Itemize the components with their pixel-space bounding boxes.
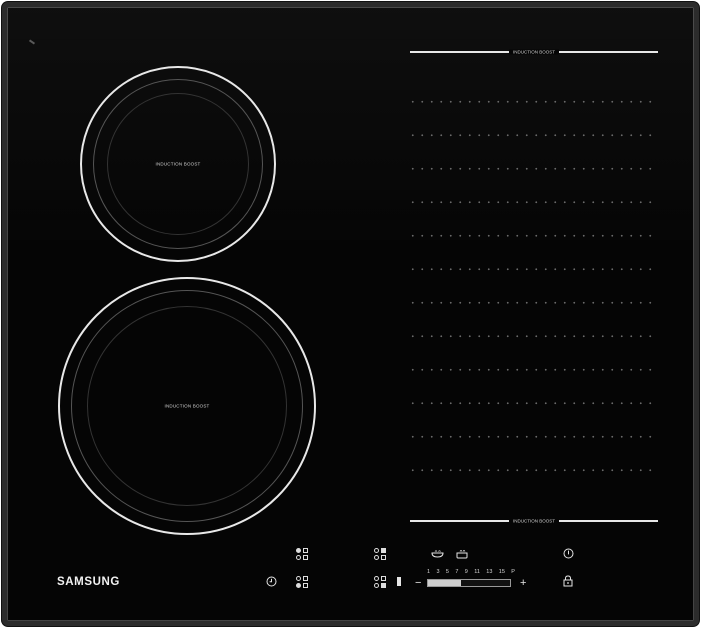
power-slider-fill	[428, 580, 461, 586]
pan-icon[interactable]	[431, 549, 445, 558]
timer-icon[interactable]	[266, 576, 277, 587]
power-scale-9: 9	[464, 569, 468, 575]
minus-button[interactable]: −	[415, 578, 421, 589]
flex-zone-bottom-label: INDUCTION BOOST	[508, 518, 560, 524]
brand-logo: SAMSUNG	[57, 576, 120, 588]
power-scale-1: 1	[427, 569, 431, 575]
zone-select-flex-top-button[interactable]	[374, 548, 386, 560]
zone-select-flex-bottom-button[interactable]	[374, 576, 386, 588]
top-left-zone-label: INDUCTION BOOST	[155, 161, 201, 167]
power-scale-5: 5	[445, 569, 449, 575]
level-indicator	[397, 577, 401, 586]
plus-button[interactable]: +	[520, 578, 526, 589]
pot-icon[interactable]	[455, 549, 469, 559]
power-scale-15: 15	[498, 569, 505, 575]
power-icon[interactable]	[563, 548, 574, 559]
power-scale-7: 7	[455, 569, 459, 575]
lock-icon[interactable]	[563, 575, 573, 587]
power-scale-p: P	[511, 569, 515, 575]
flex-zone-top-label: INDUCTION BOOST	[508, 49, 560, 55]
flex-zone-area[interactable]	[408, 83, 654, 491]
power-scale-11: 11	[474, 569, 480, 575]
bottom-left-zone-label: INDUCTION BOOST	[164, 403, 210, 409]
power-scale-13: 13	[486, 569, 493, 575]
zone-select-bottom-left-button[interactable]	[296, 576, 308, 588]
power-scale: 1 3 5 7 9 11 13 15 P	[427, 569, 515, 575]
power-slider[interactable]	[427, 579, 511, 587]
power-scale-3: 3	[436, 569, 440, 575]
zone-select-top-left-button[interactable]	[296, 548, 308, 560]
cooktop: INDUCTION BOOST INDUCTION BOOST INDUCTIO…	[2, 2, 699, 626]
